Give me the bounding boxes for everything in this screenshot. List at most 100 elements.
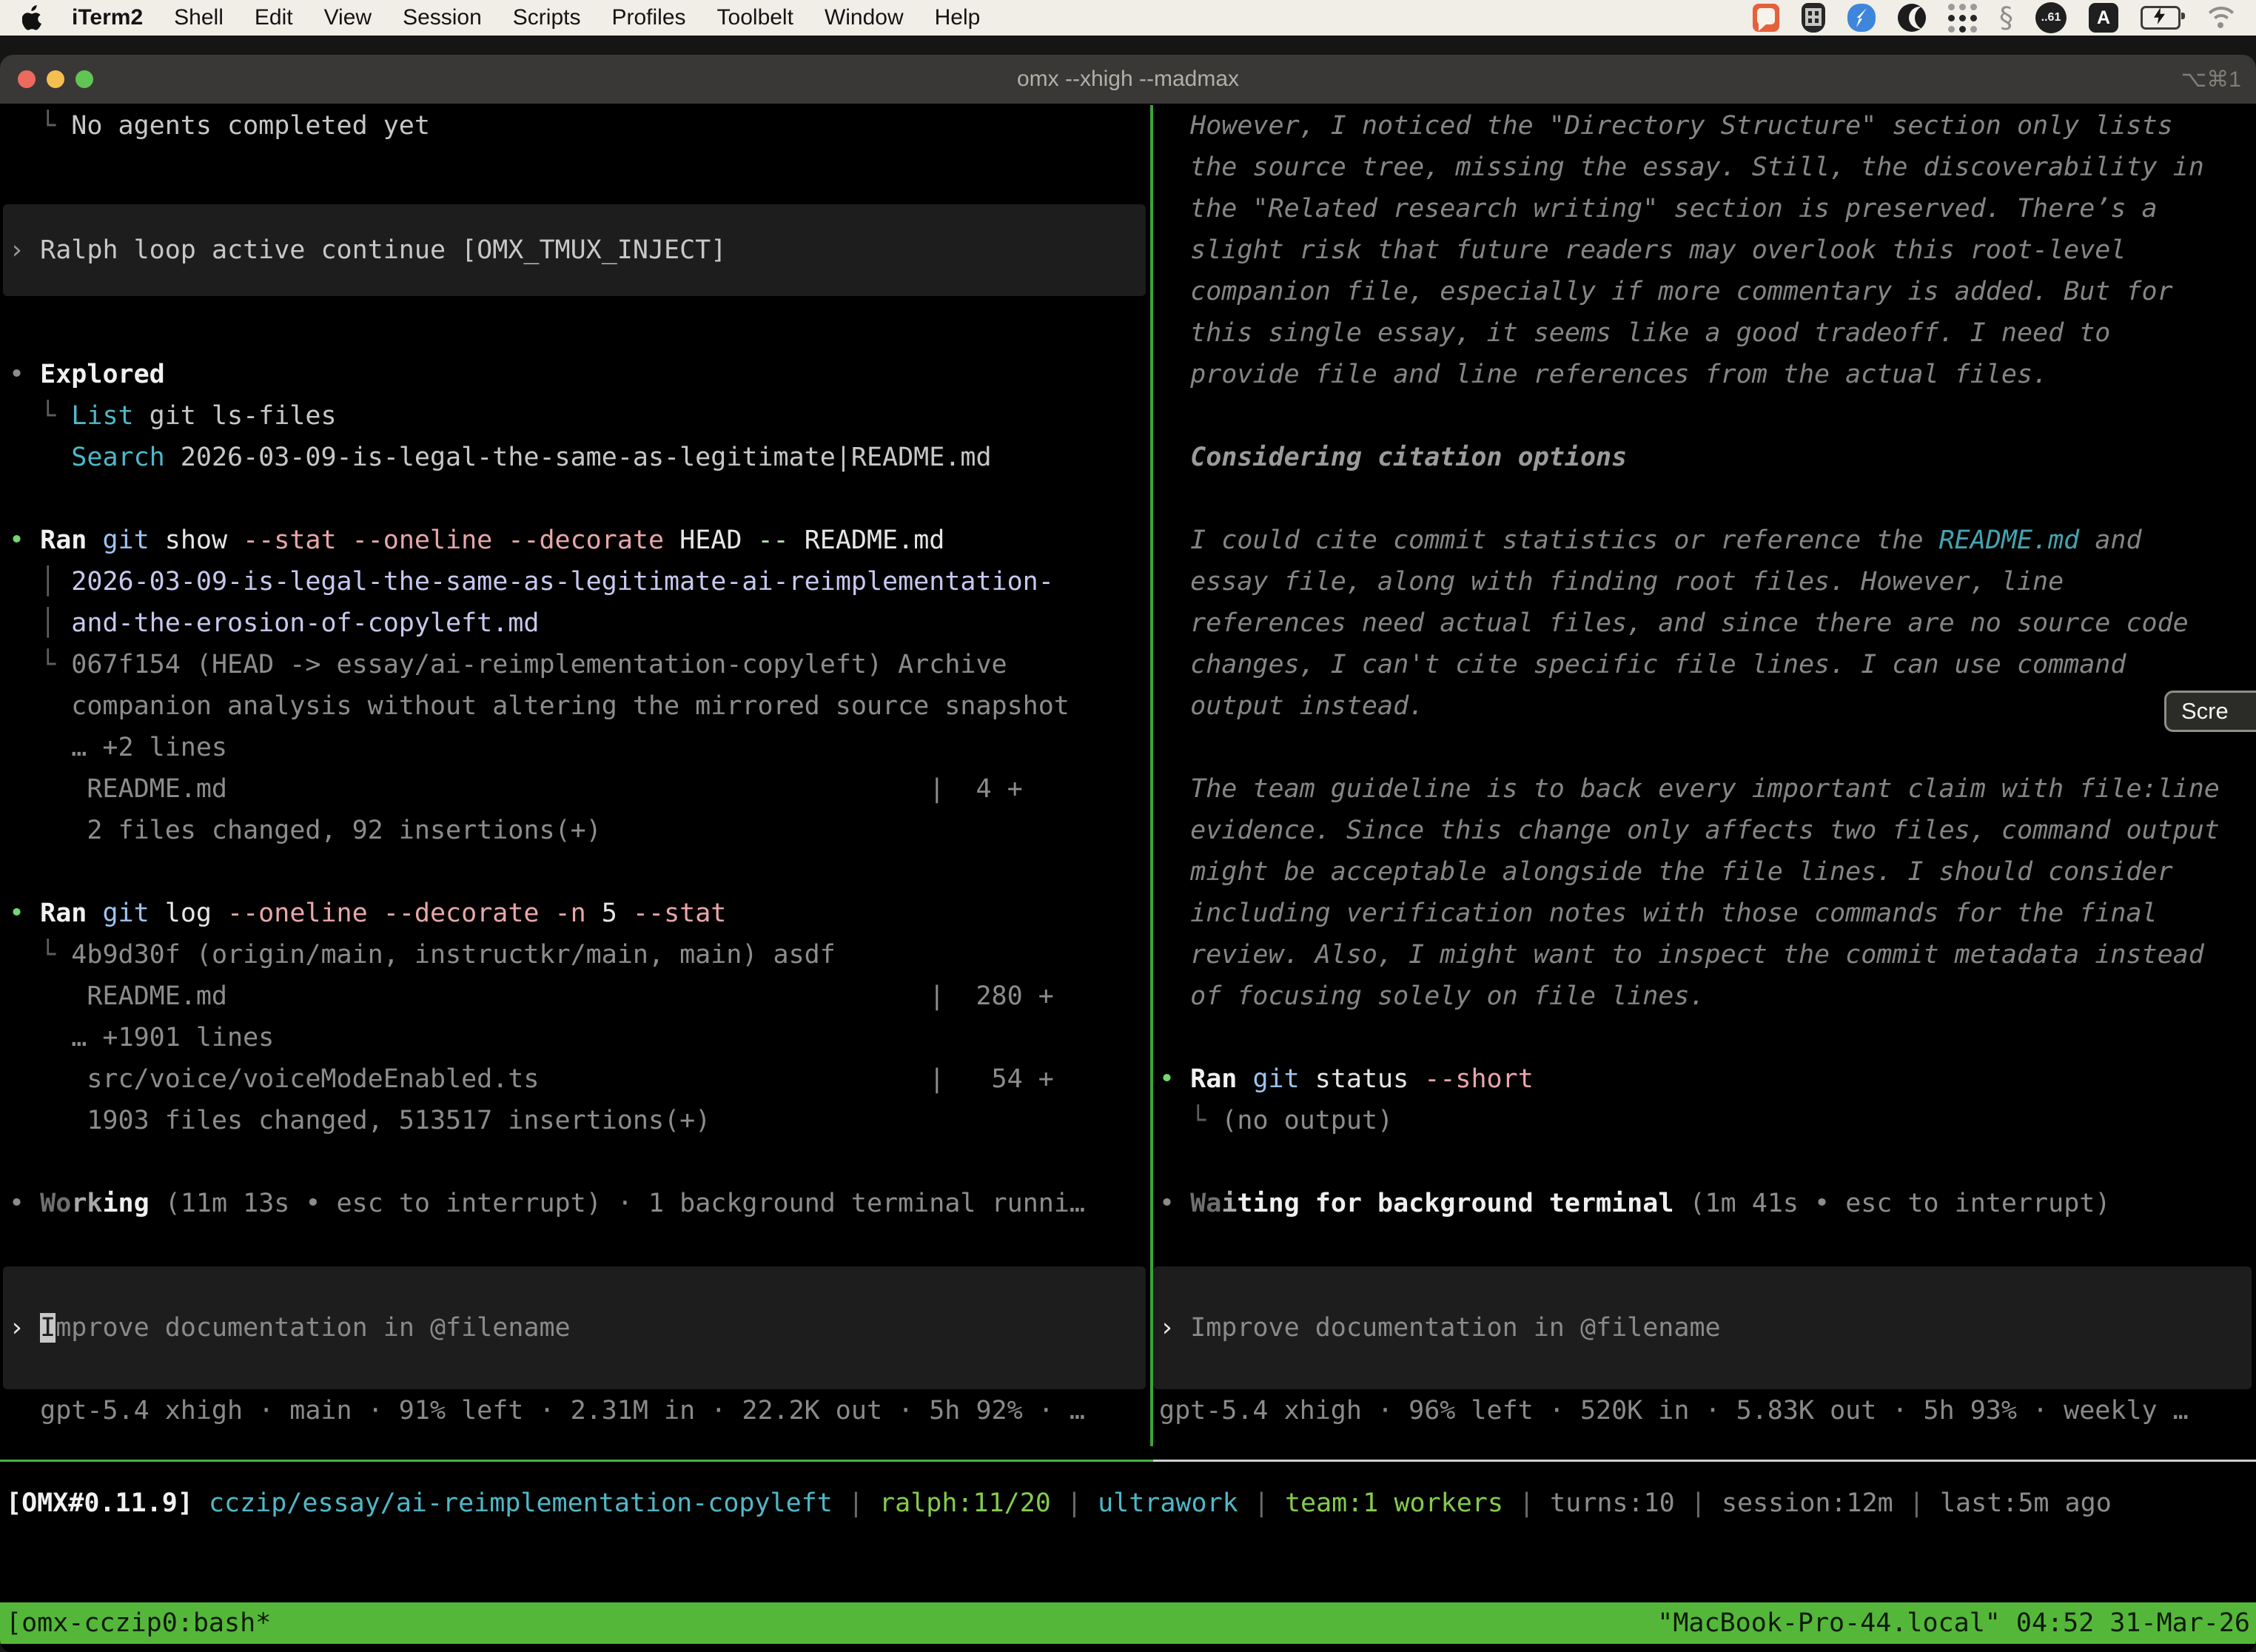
blue-badge-icon[interactable] — [1847, 4, 1876, 32]
terminal-line: output instead. — [1159, 685, 2256, 727]
terminal-line: might be acceptable alongside the file l… — [1159, 851, 2256, 893]
terminal-line: │ 2026-03-09-is-legal-the-same-as-legiti… — [9, 561, 1150, 602]
terminal-line: this single essay, it seems like a good … — [1159, 312, 2256, 354]
terminal-line: … +1901 lines — [9, 1017, 1150, 1058]
battery-icon[interactable] — [2141, 6, 2181, 30]
a-key-icon[interactable]: A — [2089, 3, 2118, 33]
terminal-line: companion analysis without altering the … — [9, 685, 1150, 727]
input-line: › Improve documentation in @filename — [9, 1307, 571, 1349]
blank-line — [9, 478, 1150, 520]
terminal-line: gpt-5.4 xhigh · main · 91% left · 2.31M … — [9, 1390, 1150, 1431]
macos-menu-bar: iTerm2ShellEditViewSessionScriptsProfile… — [0, 0, 2256, 36]
terminal-line: changes, I can't cite specific file line… — [1159, 644, 2256, 685]
wifi-icon[interactable] — [2203, 5, 2237, 30]
blank-line — [9, 1224, 1150, 1266]
window-titlebar: omx --xhigh --madmax ⌥⌘1 — [0, 55, 2256, 104]
menu-item-iterm2[interactable]: iTerm2 — [56, 0, 158, 36]
terminal-line: The team guideline is to back every impo… — [1159, 768, 2256, 810]
terminal-line: 2 files changed, 92 insertions(+) — [9, 810, 1150, 851]
terminal-line: essay file, along with finding root file… — [1159, 561, 2256, 602]
shield-grid-icon[interactable] — [1802, 3, 1825, 33]
window-shortcut-badge: ⌥⌘1 — [2181, 67, 2241, 93]
menu-item-help[interactable]: Help — [919, 0, 996, 36]
blank-line — [1159, 1141, 2256, 1183]
blank-line — [1159, 395, 2256, 437]
chat-icon[interactable] — [1753, 4, 1779, 32]
terminal-line: • Explored — [9, 354, 1150, 395]
menu-item-scripts[interactable]: Scripts — [497, 0, 597, 36]
terminal-line: └ 4b9d30f (origin/main, instructkr/main,… — [9, 934, 1150, 976]
inactive-pane-border — [1153, 1460, 2256, 1462]
terminal-line: 1903 files changed, 513517 insertions(+) — [9, 1100, 1150, 1141]
terminal-line: I could cite commit statistics or refere… — [1159, 520, 2256, 561]
blank-line — [1159, 1224, 2256, 1266]
terminal-line: • Working (11m 13s • esc to interrupt) ·… — [9, 1183, 1150, 1224]
battery-percent-badge-icon[interactable]: ..61 — [2035, 2, 2067, 33]
window-title: omx --xhigh --madmax — [0, 67, 2256, 92]
terminal-line: │ and-the-erosion-of-copyleft.md — [9, 602, 1150, 644]
terminal-line: • Ran git status --short — [1159, 1058, 2256, 1100]
blank-line — [1159, 727, 2256, 768]
terminal-line: provide file and line references from th… — [1159, 354, 2256, 395]
terminal-line: Considering citation options — [1159, 437, 2256, 478]
pane-bottom-border — [0, 1460, 2256, 1462]
apple-menu-icon[interactable] — [22, 5, 44, 30]
blank-line — [9, 851, 1150, 893]
terminal-line: of focusing solely on file lines. — [1159, 976, 2256, 1017]
dots-grid-icon[interactable] — [1948, 4, 1977, 33]
terminal-line: Search 2026-03-09-is-legal-the-same-as-l… — [9, 437, 1150, 478]
menu-item-profiles[interactable]: Profiles — [596, 0, 701, 36]
terminal-line: gpt-5.4 xhigh · 96% left · 520K in · 5.8… — [1159, 1390, 2256, 1431]
terminal-content: └ No agents completed yet › Ralph loop ac… — [0, 104, 2256, 1652]
menu-item-view[interactable]: View — [309, 0, 387, 36]
terminal-line: evidence. Since this change only affects… — [1159, 810, 2256, 851]
menu-item-session[interactable]: Session — [387, 0, 497, 36]
command-input-box[interactable]: › Improve documentation in @filename — [1153, 1266, 2252, 1389]
command-input-box[interactable]: › Ralph loop active continue [OMX_TMUX_I… — [3, 204, 1146, 296]
screen-sharing-indicator[interactable]: Scre — [2164, 691, 2256, 732]
terminal-line: … +2 lines — [9, 727, 1150, 768]
terminal-line: • Ran git show --stat --oneline --decora… — [9, 520, 1150, 561]
terminal-line: However, I noticed the "Directory Struct… — [1159, 105, 2256, 147]
terminal-line: └ (no output) — [1159, 1100, 2256, 1141]
terminal-line: └ 067f154 (HEAD -> essay/ai-reimplementa… — [9, 644, 1150, 685]
terminal-line: └ List git ls-files — [9, 395, 1150, 437]
omx-status-line: [OMX#0.11.9] cczip/essay/ai-reimplementa… — [6, 1483, 2256, 1524]
terminal-line: README.md | 280 + — [9, 976, 1150, 1017]
active-pane-border — [0, 1460, 1153, 1462]
menu-item-window[interactable]: Window — [809, 0, 919, 36]
blank-line — [1159, 1017, 2256, 1058]
terminal-line: including verification notes with those … — [1159, 893, 2256, 934]
terminal-line: companion file, especially if more comme… — [1159, 271, 2256, 312]
moon-icon[interactable] — [1898, 4, 1926, 32]
terminal-line: review. Also, I might want to inspect th… — [1159, 934, 2256, 976]
hook-icon[interactable]: § — [1999, 3, 2013, 33]
iterm2-window: omx --xhigh --madmax ⌥⌘1 └ No agents com… — [0, 55, 2256, 1652]
menu-item-toolbelt[interactable]: Toolbelt — [702, 0, 809, 36]
command-input-box[interactable]: › Improve documentation in @filename — [3, 1266, 1146, 1389]
terminal-line: references need actual files, and since … — [1159, 602, 2256, 644]
left-agent-pane[interactable]: └ No agents completed yet › Ralph loop ac… — [0, 105, 1150, 1446]
terminal-line: README.md | 4 + — [9, 768, 1150, 810]
right-agent-pane[interactable]: However, I noticed the "Directory Struct… — [1153, 105, 2256, 1446]
terminal-line: the source tree, missing the essay. Stil… — [1159, 147, 2256, 188]
terminal-line: • Waiting for background terminal (1m 41… — [1159, 1183, 2256, 1224]
input-line: › Improve documentation in @filename — [1159, 1307, 1721, 1349]
terminal-line: └ No agents completed yet — [9, 105, 1150, 147]
terminal-line: the "Related research writing" section i… — [1159, 188, 2256, 229]
omx-status-bar: [OMX#0.11.9] cczip/essay/ai-reimplementa… — [0, 1483, 2256, 1524]
screen: iTerm2ShellEditViewSessionScriptsProfile… — [0, 0, 2256, 1652]
blank-line — [1159, 478, 2256, 520]
tmux-host-clock: "MacBook-Pro-44.local" 04:52 31-Mar-26 — [1657, 1602, 2250, 1644]
tmux-status-bar: [omx-cczip0:bash* "MacBook-Pro-44.local"… — [0, 1602, 2256, 1644]
blank-line — [9, 147, 1150, 188]
menu-item-edit[interactable]: Edit — [239, 0, 309, 36]
tmux-window-label[interactable]: [omx-cczip0:bash* — [6, 1602, 271, 1644]
blank-line — [9, 312, 1150, 354]
terminal-line: src/voice/voiceModeEnabled.ts | 54 + — [9, 1058, 1150, 1100]
terminal-line: • Ran git log --oneline --decorate -n 5 … — [9, 893, 1150, 934]
terminal-line: slight risk that future readers may over… — [1159, 229, 2256, 271]
blank-line — [9, 1141, 1150, 1183]
menu-item-shell[interactable]: Shell — [158, 0, 239, 36]
input-line: › Ralph loop active continue [OMX_TMUX_I… — [9, 229, 726, 271]
